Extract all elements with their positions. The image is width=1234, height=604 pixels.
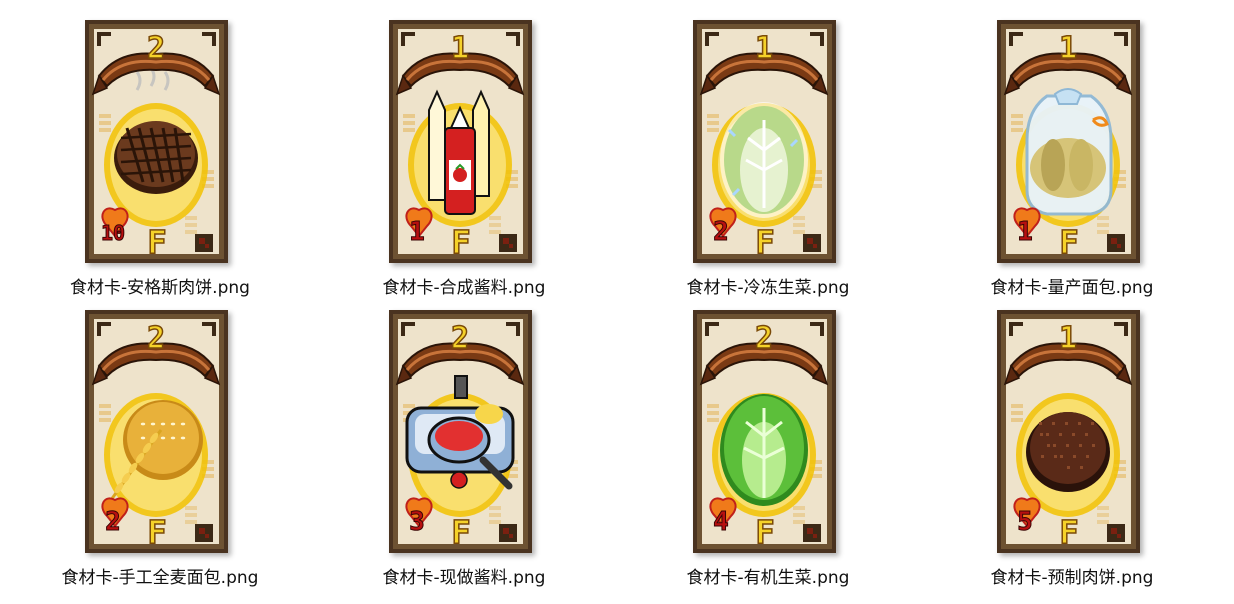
card-type-emblem-icon (499, 234, 517, 252)
file-item[interactable]: 1 2F 食材卡-冷冻生菜.png (648, 20, 888, 310)
card-power-text: 3 (409, 507, 425, 537)
card-cost-text: 2 (147, 321, 165, 356)
file-item[interactable]: 2 3F 食材卡-现做酱料.png (344, 310, 584, 600)
card-grade-text: F (1059, 223, 1078, 261)
file-name-label: 食材卡-手工全麦面包.png (61, 568, 259, 588)
card-power-text: 1 (1017, 217, 1033, 247)
card-cost-text: 2 (755, 321, 773, 356)
card-grade-text: F (147, 513, 166, 551)
card-thumbnail[interactable]: 1 5F (997, 310, 1140, 553)
file-item[interactable]: 11F 食材卡-量产面包.png (952, 20, 1192, 310)
file-name-label: 食材卡-冷冻生菜.png (686, 278, 850, 298)
card-power-text: 5 (1017, 507, 1033, 537)
card-power-text: 2 (105, 507, 121, 537)
file-name-label: 食材卡-现做酱料.png (382, 568, 546, 588)
file-name-label: 食材卡-合成酱料.png (382, 278, 546, 298)
card-thumbnail[interactable]: 11F (997, 20, 1140, 263)
card-cost-text: 2 (147, 31, 165, 66)
card-type-emblem-icon (1107, 234, 1125, 252)
file-item[interactable]: 22F 食材卡-手工全麦面包.png (40, 310, 280, 600)
card-thumbnail[interactable]: 11F (389, 20, 532, 263)
card-cost-text: 1 (1059, 321, 1077, 356)
card-thumbnail[interactable]: 1 2F (693, 20, 836, 263)
file-item[interactable]: 2 10 F 食材卡-安格斯肉饼.png (40, 20, 280, 310)
file-name-label: 食材卡-量产面包.png (990, 278, 1154, 298)
card-cost-text: 2 (451, 321, 469, 356)
card-grade-text: F (451, 223, 470, 261)
card-grade-text: F (755, 513, 774, 551)
card-type-emblem-icon (195, 234, 213, 252)
card-thumbnail[interactable]: 2 4F (693, 310, 836, 553)
card-thumbnail[interactable]: 22F (85, 310, 228, 553)
card-power-text: 10 (101, 221, 125, 245)
card-power-text: 2 (713, 217, 729, 247)
card-power-text: 1 (409, 217, 425, 247)
file-thumbnail-grid: 2 10 F 食材卡-安格斯肉饼.png 11F 食材卡-合成酱料.png 12F … (0, 0, 1234, 604)
card-cost-text: 1 (755, 31, 773, 66)
card-thumbnail[interactable]: 2 3F (389, 310, 532, 553)
card-grade-text: F (147, 223, 166, 261)
card-type-emblem-icon (803, 524, 821, 542)
card-grade-text: F (1059, 513, 1078, 551)
file-item[interactable]: 2 4F 食材卡-有机生菜.png (648, 310, 888, 600)
file-item[interactable]: 11F 食材卡-合成酱料.png (344, 20, 584, 310)
file-name-label: 食材卡-安格斯肉饼.png (70, 278, 250, 298)
card-type-emblem-icon (1107, 524, 1125, 542)
card-grade-text: F (755, 223, 774, 261)
card-power-text: 4 (713, 507, 729, 537)
file-name-label: 食材卡-预制肉饼.png (990, 568, 1154, 588)
card-type-emblem-icon (803, 234, 821, 252)
card-grade-text: F (451, 513, 470, 551)
file-name-label: 食材卡-有机生菜.png (686, 568, 850, 588)
card-thumbnail[interactable]: 2 10 F (85, 20, 228, 263)
card-cost-text: 1 (1059, 31, 1077, 66)
card-type-emblem-icon (195, 524, 213, 542)
file-item[interactable]: 1 5F 食材卡-预制肉饼.png (952, 310, 1192, 600)
card-cost-text: 1 (451, 31, 469, 66)
card-type-emblem-icon (499, 524, 517, 542)
